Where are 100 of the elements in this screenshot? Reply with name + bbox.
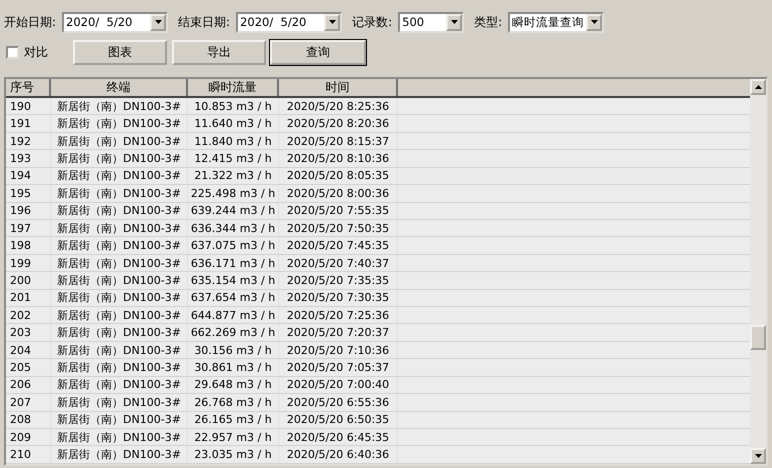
table-cell: 新居街（南）DN100-3# (51, 168, 188, 184)
table-cell: 635.154 m3 / h (188, 272, 279, 289)
date-picker[interactable]: 2020/ 5/20 (62, 12, 168, 32)
table-cell: 23.035 m3 / h (188, 446, 279, 463)
scroll-thumb[interactable] (750, 325, 766, 350)
column-header[interactable]: 时间 (279, 79, 398, 96)
scroll-down-button[interactable] (750, 448, 766, 464)
column-header[interactable]: 瞬时流量 (188, 79, 279, 96)
table-cell: 新居街（南）DN100-3# (51, 272, 188, 289)
table-cell: 636.171 m3 / h (188, 254, 279, 272)
table-cell: 195 (6, 185, 51, 202)
table-cell: 新居街（南）DN100-3# (51, 185, 188, 202)
query-button[interactable]: 查询 (270, 40, 366, 64)
table-cell: 204 (6, 342, 51, 358)
table-cell: 26.165 m3 / h (188, 412, 279, 428)
table-cell: 新居街（南）DN100-3# (51, 98, 188, 114)
table-cell: 193 (6, 150, 51, 167)
up-arrow-icon (754, 85, 762, 89)
dropdown[interactable]: 瞬时流量查询 (508, 12, 604, 32)
table-cell: 新居街（南）DN100-3# (51, 324, 188, 341)
table-cell: 21.322 m3 / h (188, 168, 279, 184)
toolbar-button[interactable]: 图表 (73, 40, 167, 64)
filter-label: 类型: (474, 14, 502, 30)
table-cell: 10.853 m3 / h (188, 98, 279, 114)
filter-label: 结束日期: (178, 14, 230, 30)
table-cell: 2020/5/20 7:40:37 (279, 254, 398, 272)
scroll-up-button[interactable] (750, 79, 766, 95)
table-cell: 2020/5/20 8:00:36 (279, 185, 398, 202)
table-cell: 2020/5/20 7:10:36 (279, 342, 398, 358)
table-cell: 30.156 m3 / h (188, 342, 279, 358)
table-cell: 2020/5/20 8:20:36 (279, 115, 398, 132)
table-cell: 636.344 m3 / h (188, 220, 279, 236)
table-cell: 新居街（南）DN100-3# (51, 412, 188, 428)
column-header[interactable]: 终端 (51, 79, 188, 96)
table-cell: 2020/5/20 7:30:35 (279, 290, 398, 306)
table-cell: 201 (6, 290, 51, 306)
compare-checkbox[interactable] (6, 46, 19, 58)
table-cell: 190 (6, 98, 51, 114)
table-cell: 209 (6, 429, 51, 446)
table-cell: 200 (6, 272, 51, 289)
table-cell: 2020/5/20 7:20:37 (279, 324, 398, 341)
date-picker[interactable]: 2020/ 5/20 (236, 12, 342, 32)
table-cell: 新居街（南）DN100-3# (51, 376, 188, 394)
table-cell: 203 (6, 324, 51, 341)
table-cell: 2020/5/20 8:05:35 (279, 168, 398, 184)
table-cell: 22.957 m3 / h (188, 429, 279, 446)
caret-icon (154, 20, 162, 24)
table-cell: 新居街（南）DN100-3# (51, 359, 188, 376)
table-cell: 2020/5/20 8:25:36 (279, 98, 398, 114)
down-arrow-icon (754, 454, 762, 458)
table-cell: 196 (6, 202, 51, 219)
table-cell: 192 (6, 132, 51, 150)
table-cell: 2020/5/20 7:00:40 (279, 376, 398, 394)
table-cell: 29.648 m3 / h (188, 376, 279, 394)
table-cell: 194 (6, 168, 51, 184)
table-cell: 新居街（南）DN100-3# (51, 290, 188, 306)
filter-label: 开始日期: (4, 14, 56, 30)
caret-icon (328, 20, 336, 24)
table-cell: 新居街（南）DN100-3# (51, 429, 188, 446)
table-cell: 新居街（南）DN100-3# (51, 202, 188, 219)
table-cell: 205 (6, 359, 51, 376)
table-cell: 2020/5/20 8:10:36 (279, 150, 398, 167)
table-cell: 639.244 m3 / h (188, 202, 279, 219)
table-cell: 2020/5/20 7:50:35 (279, 220, 398, 236)
table-cell: 206 (6, 376, 51, 394)
table-cell: 2020/5/20 8:15:37 (279, 132, 398, 150)
table-cell: 11.640 m3 / h (188, 115, 279, 132)
table-cell: 208 (6, 412, 51, 428)
table-cell: 新居街（南）DN100-3# (51, 342, 188, 358)
column-header[interactable]: 序号 (6, 79, 51, 96)
table-cell: 202 (6, 307, 51, 324)
table-cell: 2020/5/20 7:55:35 (279, 202, 398, 219)
table-cell: 2020/5/20 7:05:37 (279, 359, 398, 376)
table-cell: 644.877 m3 / h (188, 307, 279, 324)
table-cell: 12.415 m3 / h (188, 150, 279, 167)
table-cell: 新居街（南）DN100-3# (51, 132, 188, 150)
table-cell: 2020/5/20 7:45:35 (279, 237, 398, 254)
toolbar-button[interactable]: 导出 (172, 40, 266, 64)
table-cell: 2020/5/20 6:50:35 (279, 412, 398, 428)
dropdown[interactable]: 500 (398, 12, 464, 32)
table-cell: 新居街（南）DN100-3# (51, 115, 188, 132)
table-cell: 新居街（南）DN100-3# (51, 307, 188, 324)
table-cell: 新居街（南）DN100-3# (51, 446, 188, 463)
table-cell: 225.498 m3 / h (188, 185, 279, 202)
scrollbar[interactable] (750, 79, 766, 464)
table-cell: 637.654 m3 / h (188, 290, 279, 306)
table-cell: 662.269 m3 / h (188, 324, 279, 341)
table-cell: 197 (6, 220, 51, 236)
table-cell: 2020/5/20 6:45:35 (279, 429, 398, 446)
table-cell: 199 (6, 254, 51, 272)
compare-label: 对比 (24, 44, 48, 60)
table-cell: 198 (6, 237, 51, 254)
table-cell: 191 (6, 115, 51, 132)
table-cell: 210 (6, 446, 51, 463)
caret-icon (590, 20, 598, 24)
table-cell: 11.840 m3 / h (188, 132, 279, 150)
caret-icon (450, 20, 458, 24)
table-cell: 新居街（南）DN100-3# (51, 254, 188, 272)
table-cell: 30.861 m3 / h (188, 359, 279, 376)
filter-label: 记录数: (352, 14, 392, 30)
